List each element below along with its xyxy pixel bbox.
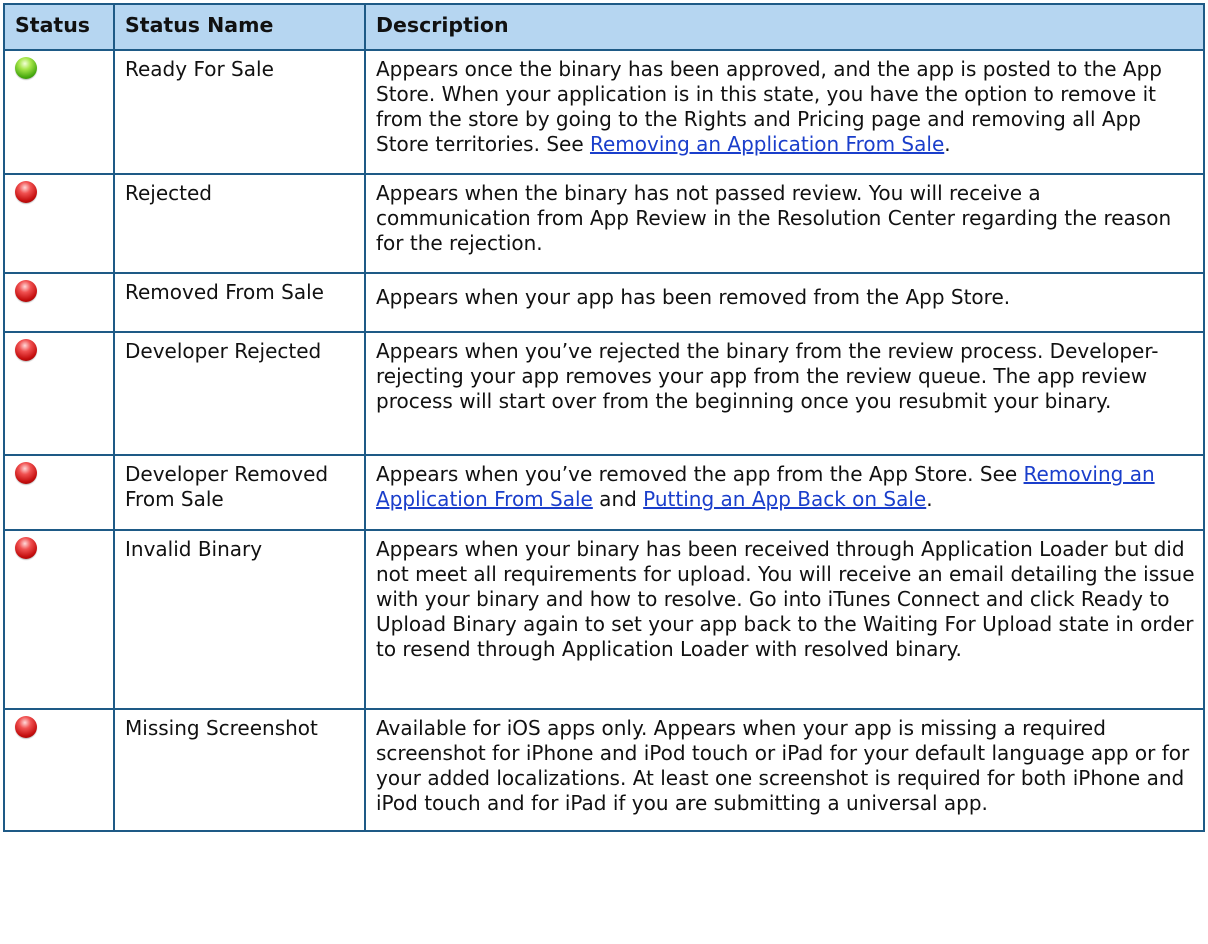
removing-app-from-sale-link[interactable]: Removing an Application From Sale (590, 132, 944, 156)
status-description: Appears once the binary has been approve… (364, 49, 1205, 175)
header-status-name: Status Name (113, 3, 366, 51)
header-status: Status (3, 3, 115, 51)
red-status-icon (15, 462, 37, 484)
table-row: Developer Rejected Appears when you’ve r… (3, 331, 1205, 456)
status-name: Developer Rejected (113, 331, 366, 456)
table-row: Invalid Binary Appears when your binary … (3, 529, 1205, 710)
table-row: Removed From Sale Appears when your app … (3, 272, 1205, 333)
table-row: Ready For Sale Appears once the binary h… (3, 49, 1205, 175)
app-status-table: Status Status Name Description Ready For… (3, 3, 1205, 832)
status-description: Appears when your binary has been receiv… (364, 529, 1205, 710)
green-status-icon (15, 57, 37, 79)
red-status-icon (15, 181, 37, 203)
status-description: Appears when the binary has not passed r… (364, 173, 1205, 274)
status-description: Appears when your app has been removed f… (364, 272, 1205, 333)
status-description: Available for iOS apps only. Appears whe… (364, 708, 1205, 832)
status-description: Appears when you’ve removed the app from… (364, 454, 1205, 531)
status-description: Appears when you’ve rejected the binary … (364, 331, 1205, 456)
header-description: Description (364, 3, 1205, 51)
status-name: Removed From Sale (113, 272, 366, 333)
red-status-icon (15, 339, 37, 361)
red-status-icon (15, 716, 37, 738)
status-name: Ready For Sale (113, 49, 366, 175)
status-name: Developer Removed From Sale (113, 454, 366, 531)
status-name: Missing Screenshot (113, 708, 366, 832)
red-status-icon (15, 537, 37, 559)
table-row: Developer Removed From Sale Appears when… (3, 454, 1205, 531)
status-name: Invalid Binary (113, 529, 366, 710)
table-row: Rejected Appears when the binary has not… (3, 173, 1205, 274)
red-status-icon (15, 280, 37, 302)
putting-app-back-on-sale-link[interactable]: Putting an App Back on Sale (643, 487, 926, 511)
status-name: Rejected (113, 173, 366, 274)
table-row: Missing Screenshot Available for iOS app… (3, 708, 1205, 832)
header-row: Status Status Name Description (3, 3, 1205, 51)
